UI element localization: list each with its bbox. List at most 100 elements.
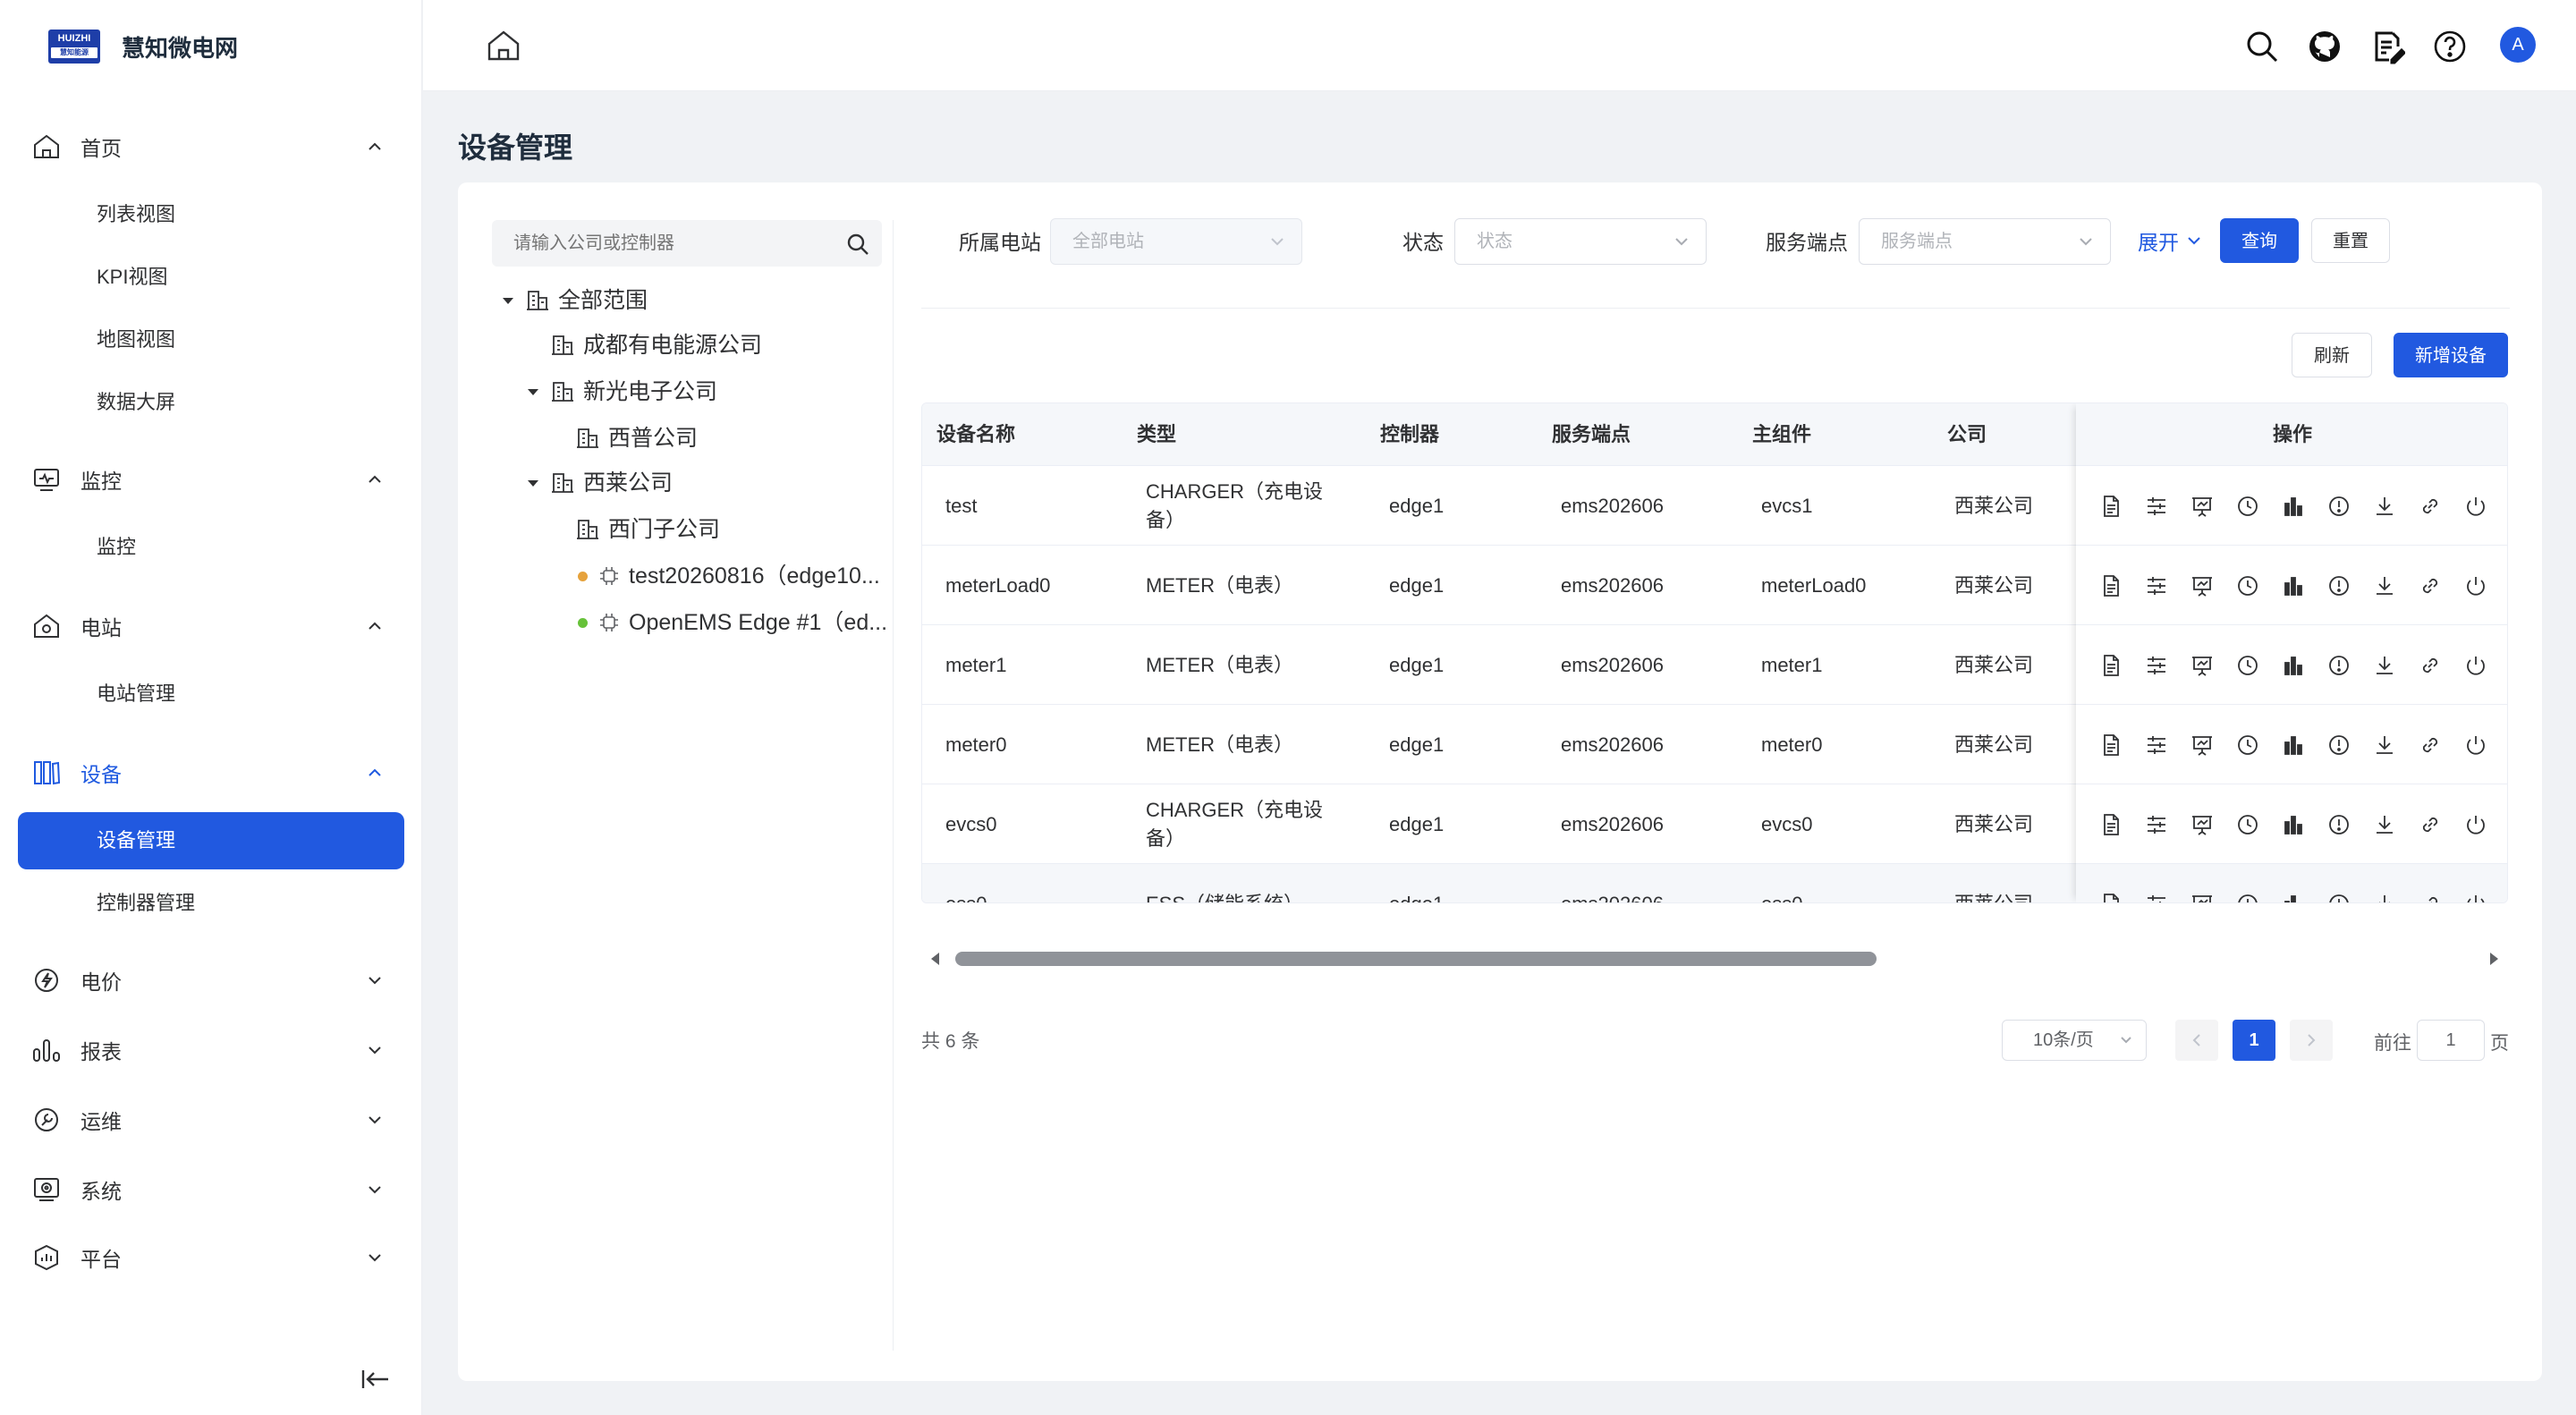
menu-station[interactable]: 电站 bbox=[0, 601, 422, 651]
menu-item-list-view[interactable]: 列表视图 bbox=[97, 197, 175, 233]
menu-item-station-management[interactable]: 电站管理 bbox=[97, 676, 175, 712]
alert-icon[interactable] bbox=[2327, 813, 2351, 836]
menu-device[interactable]: 设备 bbox=[0, 748, 422, 798]
menu-system[interactable]: 系统 bbox=[0, 1165, 422, 1215]
endpoint-select[interactable]: 服务端点 bbox=[1859, 218, 2111, 265]
document-edit-icon[interactable] bbox=[2369, 29, 2405, 64]
bar-chart-icon[interactable] bbox=[2282, 495, 2305, 518]
presentation-icon[interactable] bbox=[2190, 495, 2214, 518]
tree-node-company[interactable]: 西普公司 bbox=[576, 420, 698, 456]
github-icon[interactable] bbox=[2307, 29, 2343, 64]
download-icon[interactable] bbox=[2373, 495, 2396, 518]
menu-report[interactable]: 报表 bbox=[0, 1025, 422, 1075]
document-icon[interactable] bbox=[2099, 495, 2123, 518]
bar-chart-icon[interactable] bbox=[2282, 813, 2305, 836]
tree-node-company[interactable]: 西门子公司 bbox=[576, 512, 720, 547]
next-page-button[interactable] bbox=[2290, 1020, 2333, 1061]
status-select[interactable]: 状态 bbox=[1454, 218, 1707, 265]
download-icon[interactable] bbox=[2373, 813, 2396, 836]
link-icon[interactable] bbox=[2419, 574, 2442, 597]
download-icon[interactable] bbox=[2373, 893, 2396, 903]
power-icon[interactable] bbox=[2464, 495, 2487, 518]
menu-item-map-view[interactable]: 地图视图 bbox=[97, 322, 175, 358]
bar-chart-icon[interactable] bbox=[2282, 654, 2305, 677]
help-icon[interactable] bbox=[2432, 29, 2468, 64]
caret-down-icon[interactable] bbox=[526, 476, 540, 490]
document-icon[interactable] bbox=[2099, 733, 2123, 757]
presentation-icon[interactable] bbox=[2190, 733, 2214, 757]
caret-down-icon[interactable] bbox=[526, 385, 540, 399]
search-icon[interactable] bbox=[846, 233, 869, 256]
presentation-icon[interactable] bbox=[2190, 574, 2214, 597]
alert-icon[interactable] bbox=[2327, 893, 2351, 903]
menu-price[interactable]: 电价 bbox=[0, 955, 422, 1005]
alert-icon[interactable] bbox=[2327, 495, 2351, 518]
menu-item-controller-management[interactable]: 控制器管理 bbox=[97, 885, 195, 921]
station-select[interactable]: 全部电站 bbox=[1050, 218, 1302, 265]
menu-item-device-management[interactable]: 设备管理 bbox=[18, 812, 404, 869]
add-device-button[interactable]: 新增设备 bbox=[2394, 333, 2508, 377]
collapse-sidebar-icon[interactable] bbox=[360, 1365, 392, 1394]
presentation-icon[interactable] bbox=[2190, 813, 2214, 836]
power-icon[interactable] bbox=[2464, 574, 2487, 597]
document-icon[interactable] bbox=[2099, 574, 2123, 597]
download-icon[interactable] bbox=[2373, 654, 2396, 677]
expand-filters-link[interactable]: 展开 bbox=[2138, 225, 2202, 256]
sliders-icon[interactable] bbox=[2145, 893, 2168, 903]
prev-page-button[interactable] bbox=[2175, 1020, 2218, 1061]
tree-node-company[interactable]: 成都有电能源公司 bbox=[551, 327, 762, 363]
page-size-select[interactable]: 10条/页 bbox=[2002, 1020, 2147, 1061]
download-icon[interactable] bbox=[2373, 574, 2396, 597]
power-icon[interactable] bbox=[2464, 893, 2487, 903]
document-icon[interactable] bbox=[2099, 813, 2123, 836]
sliders-icon[interactable] bbox=[2145, 654, 2168, 677]
user-avatar[interactable]: A bbox=[2500, 27, 2536, 63]
alert-icon[interactable] bbox=[2327, 733, 2351, 757]
menu-item-monitor[interactable]: 监控 bbox=[97, 530, 136, 565]
menu-item-kpi-view[interactable]: KPI视图 bbox=[97, 259, 167, 295]
clock-icon[interactable] bbox=[2236, 733, 2259, 757]
document-icon[interactable] bbox=[2099, 893, 2123, 903]
sliders-icon[interactable] bbox=[2145, 574, 2168, 597]
menu-platform[interactable]: 平台 bbox=[0, 1233, 422, 1283]
clock-icon[interactable] bbox=[2236, 813, 2259, 836]
tree-node-controller[interactable]: test20260816（edge10... bbox=[578, 558, 880, 594]
link-icon[interactable] bbox=[2419, 733, 2442, 757]
table-horizontal-scrollbar[interactable] bbox=[921, 945, 2508, 973]
scroll-right-icon[interactable] bbox=[2485, 950, 2503, 968]
scroll-thumb[interactable] bbox=[955, 952, 1877, 966]
query-button[interactable]: 查询 bbox=[2220, 218, 2299, 263]
bar-chart-icon[interactable] bbox=[2282, 733, 2305, 757]
tree-node-all[interactable]: 全部范围 bbox=[501, 283, 648, 318]
goto-page-input[interactable] bbox=[2417, 1020, 2485, 1061]
link-icon[interactable] bbox=[2419, 654, 2442, 677]
power-icon[interactable] bbox=[2464, 654, 2487, 677]
scroll-left-icon[interactable] bbox=[927, 950, 945, 968]
download-icon[interactable] bbox=[2373, 733, 2396, 757]
menu-item-dashboard[interactable]: 数据大屏 bbox=[97, 385, 175, 420]
alert-icon[interactable] bbox=[2327, 654, 2351, 677]
menu-home[interactable]: 首页 bbox=[0, 122, 422, 172]
sliders-icon[interactable] bbox=[2145, 813, 2168, 836]
link-icon[interactable] bbox=[2419, 813, 2442, 836]
document-icon[interactable] bbox=[2099, 654, 2123, 677]
presentation-icon[interactable] bbox=[2190, 893, 2214, 903]
home-icon[interactable] bbox=[486, 29, 521, 63]
tree-search-input[interactable] bbox=[513, 220, 835, 267]
search-icon[interactable] bbox=[2244, 29, 2280, 64]
refresh-button[interactable]: 刷新 bbox=[2292, 333, 2372, 377]
clock-icon[interactable] bbox=[2236, 893, 2259, 903]
link-icon[interactable] bbox=[2419, 495, 2442, 518]
menu-maintenance[interactable]: 运维 bbox=[0, 1095, 422, 1145]
clock-icon[interactable] bbox=[2236, 495, 2259, 518]
presentation-icon[interactable] bbox=[2190, 654, 2214, 677]
menu-monitor[interactable]: 监控 bbox=[0, 454, 422, 504]
tree-node-company[interactable]: 新光电子公司 bbox=[526, 374, 717, 410]
caret-down-icon[interactable] bbox=[501, 293, 515, 308]
power-icon[interactable] bbox=[2464, 733, 2487, 757]
bar-chart-icon[interactable] bbox=[2282, 574, 2305, 597]
clock-icon[interactable] bbox=[2236, 654, 2259, 677]
bar-chart-icon[interactable] bbox=[2282, 893, 2305, 903]
tree-node-controller[interactable]: OpenEMS Edge #1（ed... bbox=[578, 605, 887, 640]
tree-node-company[interactable]: 西莱公司 bbox=[526, 465, 673, 501]
